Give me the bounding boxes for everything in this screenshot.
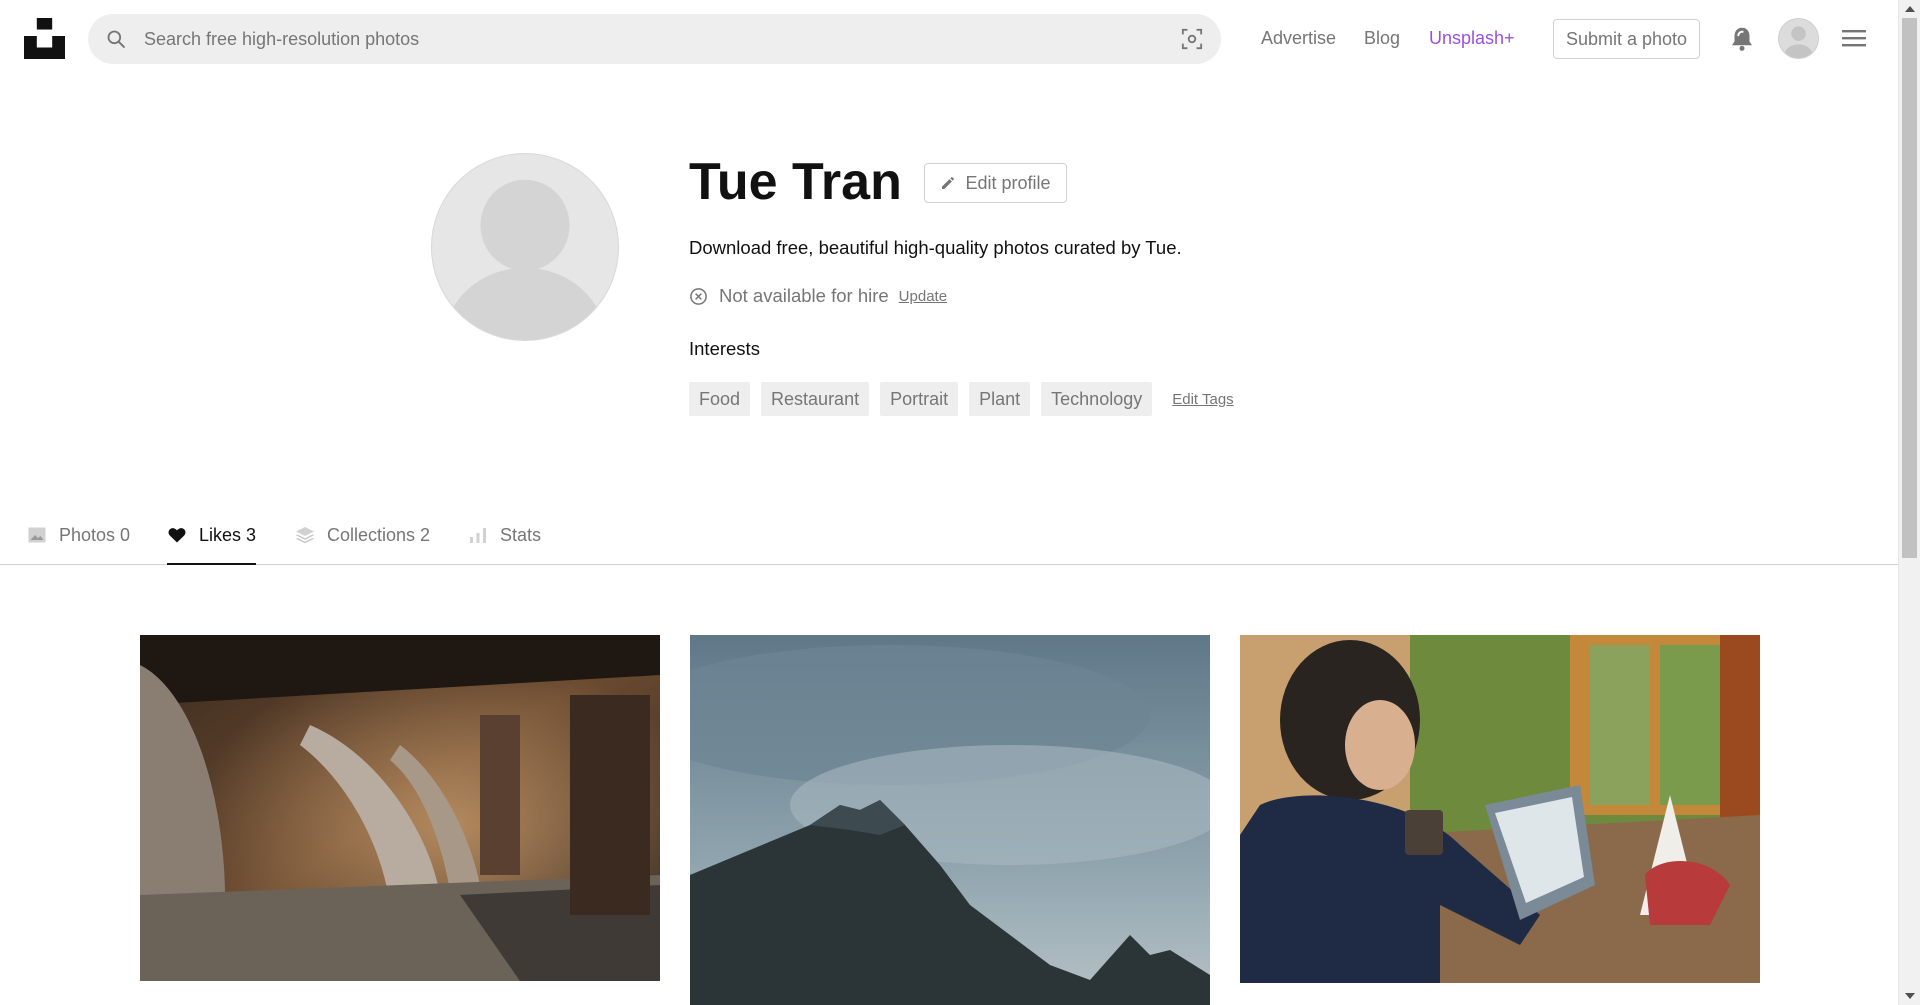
hire-status-text: Not available for hire — [719, 285, 889, 306]
user-avatar[interactable] — [1778, 18, 1819, 59]
tab-likes-label: Likes 3 — [199, 525, 257, 545]
page-scrollbar[interactable] — [1898, 0, 1920, 1005]
top-navbar: Advertise Blog Unsplash+ Submit a photo — [0, 0, 1898, 77]
hire-status: Not available for hire Update — [689, 285, 947, 307]
visual-search-icon[interactable] — [1181, 28, 1203, 50]
profile-avatar — [431, 153, 619, 341]
tag-food[interactable]: Food — [689, 382, 751, 416]
photo-mountain-clouds[interactable] — [690, 635, 1210, 1005]
tab-collections-label: Collections 2 — [327, 525, 431, 545]
scroll-up-arrow-icon[interactable] — [1905, 6, 1915, 12]
scroll-thumb[interactable] — [1902, 18, 1917, 558]
unsplash-plus-link[interactable]: Unsplash+ — [1429, 27, 1515, 49]
blog-link[interactable]: Blog — [1364, 27, 1400, 49]
unsplash-logo-icon[interactable] — [24, 18, 65, 59]
profile-bio: Download free, beautiful high-quality ph… — [689, 237, 1182, 258]
profile-name: Tue Tran — [689, 153, 902, 211]
tag-restaurant[interactable]: Restaurant — [761, 382, 870, 416]
tab-stats[interactable]: Stats — [468, 519, 541, 565]
search-input[interactable] — [144, 14, 1144, 64]
update-hire-link[interactable]: Update — [899, 288, 947, 305]
bar-chart-icon — [470, 528, 486, 543]
search-bar — [88, 14, 1221, 64]
pencil-icon — [942, 177, 955, 189]
tab-photos[interactable]: Photos 0 — [27, 519, 130, 565]
tab-likes[interactable]: Likes 3 — [167, 519, 257, 565]
photo-woman-tablet[interactable] — [1240, 635, 1760, 983]
tab-photos-label: Photos 0 — [59, 525, 131, 545]
tag-technology[interactable]: Technology — [1041, 382, 1153, 416]
interest-tags: Food Restaurant Portrait Plant Technolog… — [689, 382, 1234, 416]
image-icon — [28, 527, 46, 543]
bell-icon[interactable] — [1727, 24, 1757, 54]
x-circle-icon — [690, 287, 707, 305]
profile-tabs: Photos 0 Likes 3 Collections 2 Stats — [0, 505, 1898, 565]
tag-portrait[interactable]: Portrait — [880, 382, 959, 416]
interests-heading: Interests — [689, 338, 760, 359]
tab-collections[interactable]: Collections 2 — [295, 519, 430, 565]
submit-photo-button[interactable]: Submit a photo — [1553, 19, 1700, 59]
tag-plant[interactable]: Plant — [969, 382, 1031, 416]
edit-profile-button[interactable]: Edit profile — [924, 163, 1067, 203]
photo-industrial-interior[interactable] — [140, 635, 660, 981]
heart-icon — [168, 528, 186, 543]
layers-icon — [296, 527, 314, 544]
edit-profile-label: Edit profile — [965, 172, 1051, 193]
tab-stats-label: Stats — [500, 525, 542, 545]
menu-icon[interactable] — [1842, 28, 1866, 48]
edit-tags-link[interactable]: Edit Tags — [1172, 391, 1233, 408]
search-icon[interactable] — [106, 29, 126, 49]
advertise-link[interactable]: Advertise — [1261, 27, 1336, 49]
scroll-down-arrow-icon[interactable] — [1905, 993, 1915, 999]
